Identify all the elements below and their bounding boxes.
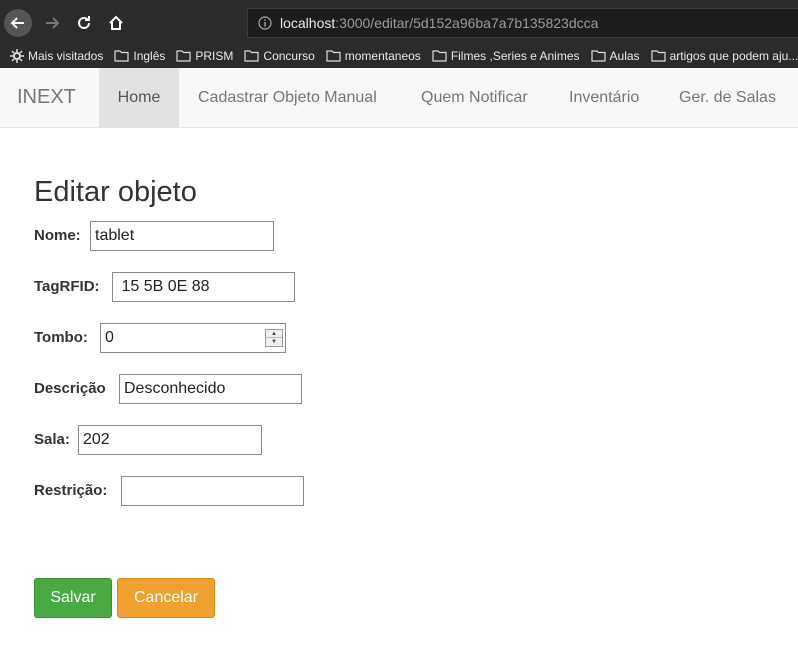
folder-icon — [590, 50, 606, 62]
nav-item-inventario[interactable]: Inventário — [569, 68, 639, 128]
tagrfid-input[interactable]: 15 5B 0E 88 — [112, 272, 295, 302]
page-title: Editar objeto — [34, 176, 197, 208]
nav-item-cadastrar[interactable]: Cadastrar Objeto Manual — [198, 68, 377, 128]
gear-icon — [10, 49, 24, 63]
arrow-left-icon — [10, 17, 24, 29]
info-icon — [258, 16, 272, 30]
bookmarks-bar: Mais visitados Inglês PRISM Concurso mom… — [0, 44, 798, 68]
bookmark-item[interactable]: Aulas — [590, 49, 640, 63]
nav-item-home[interactable]: Home — [99, 68, 179, 128]
descricao-input[interactable]: Desconhecido — [119, 374, 302, 404]
folder-icon — [432, 50, 447, 62]
bookmark-label: Mais visitados — [28, 49, 104, 63]
reload-icon — [78, 16, 90, 29]
folder-icon — [176, 50, 191, 62]
nav-item-ger-salas[interactable]: Ger. de Salas — [679, 68, 776, 128]
tombo-input[interactable]: 0 ▲ ▼ — [100, 323, 286, 353]
browser-toolbar: localhost:3000/editar/5d152a96ba7a7b1358… — [0, 0, 798, 44]
url-bar[interactable]: localhost:3000/editar/5d152a96ba7a7b1358… — [247, 8, 798, 38]
bookmark-label: Concurso — [263, 49, 315, 63]
bookmark-label: PRISM — [195, 49, 234, 63]
chevron-down-icon[interactable]: ▼ — [266, 338, 282, 346]
cancel-button[interactable]: Cancelar — [117, 578, 215, 618]
bookmark-item[interactable]: artigos que podem aju... — [650, 49, 798, 63]
bookmark-label: Inglês — [133, 49, 166, 63]
bookmark-label: Filmes ,Series e Animes — [450, 49, 580, 63]
sala-label: Sala: — [34, 431, 70, 448]
sala-input[interactable]: 202 — [78, 425, 262, 455]
browser-chrome: localhost:3000/editar/5d152a96ba7a7b1358… — [0, 0, 798, 68]
home-button[interactable] — [102, 9, 130, 37]
bookmark-label: Aulas — [609, 49, 640, 63]
tombo-label: Tombo: — [34, 329, 88, 346]
bookmark-item[interactable]: Filmes ,Series e Animes — [432, 49, 580, 63]
home-icon — [109, 15, 123, 30]
restricao-label: Restrição: — [34, 482, 108, 499]
nome-input[interactable]: tablet — [90, 221, 274, 251]
folder-icon — [244, 50, 260, 62]
restricao-input[interactable] — [121, 476, 304, 506]
bookmark-item[interactable]: momentaneos — [326, 49, 421, 63]
arrow-right-icon — [46, 17, 60, 29]
url-path: :3000/editar/5d152a96ba7a7b135823dcca — [335, 15, 599, 31]
back-button[interactable] — [4, 9, 32, 37]
bookmark-item[interactable]: PRISM — [176, 49, 233, 63]
nome-label: Nome: — [34, 227, 81, 244]
tombo-stepper[interactable]: ▲ ▼ — [265, 329, 283, 347]
save-button[interactable]: Salvar — [34, 578, 112, 618]
tagrfid-label: TagRFID: — [34, 278, 100, 295]
url-host: localhost — [280, 15, 336, 31]
bookmark-label: momentaneos — [344, 49, 421, 63]
folder-icon — [114, 50, 129, 62]
folder-icon — [326, 50, 341, 62]
bookmark-item[interactable]: Mais visitados — [10, 49, 103, 63]
nav-item-quem-notificar[interactable]: Quem Notificar — [421, 68, 528, 128]
forward-button[interactable] — [38, 9, 66, 37]
app-navbar: INEXT Home Cadastrar Objeto Manual Quem … — [0, 68, 798, 128]
folder-icon — [650, 50, 666, 62]
descricao-label: Descrição — [34, 380, 106, 397]
bookmark-label: artigos que podem aju... — [669, 49, 798, 63]
reload-button[interactable] — [70, 9, 98, 37]
bookmark-item[interactable]: Inglês — [114, 49, 165, 63]
bookmark-item[interactable]: Concurso — [244, 49, 315, 63]
tombo-value: 0 — [105, 329, 114, 346]
brand-logo[interactable]: INEXT — [17, 86, 76, 109]
